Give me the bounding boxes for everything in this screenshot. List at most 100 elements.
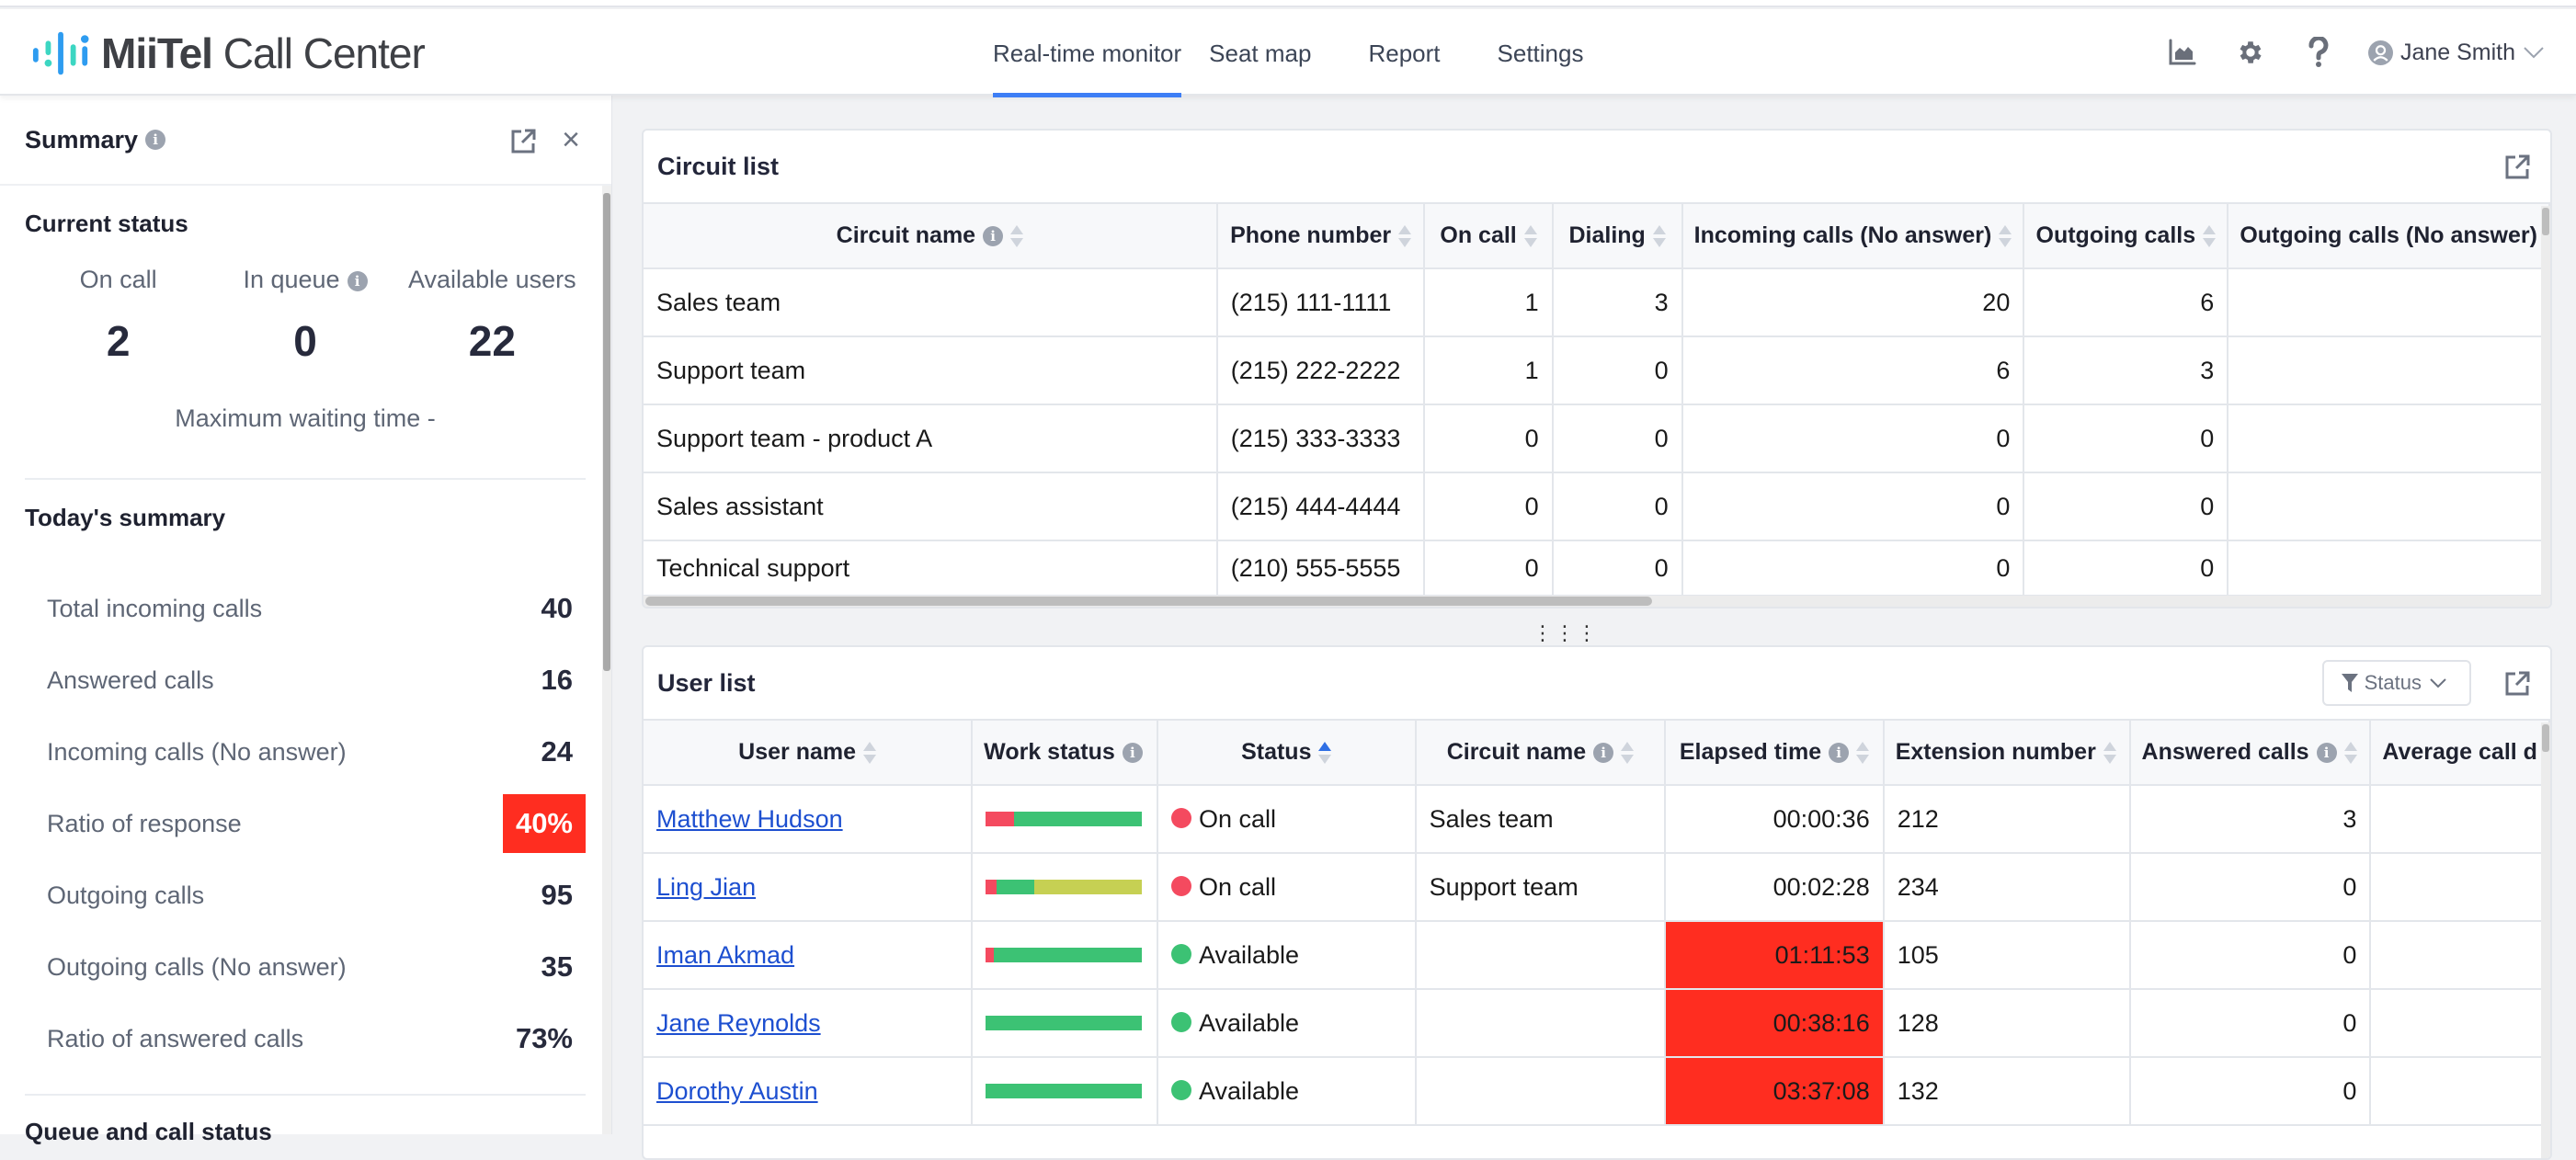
cell-average-call-duration	[2370, 853, 2550, 922]
question-icon[interactable]	[2300, 34, 2337, 71]
column-header-elapsed-time[interactable]: Elapsed time i	[1665, 721, 1885, 786]
info-icon[interactable]: i	[2316, 743, 2337, 764]
column-header-outgoing-calls[interactable]: Outgoing calls	[2023, 204, 2229, 269]
column-header-phone-number[interactable]: Phone number	[1216, 204, 1426, 269]
cell-incoming-no-answer: 0	[1681, 472, 2025, 541]
user-link[interactable]: Ling Jian	[656, 873, 756, 901]
column-label: Outgoing calls (No answer)	[2240, 222, 2537, 248]
stat-value: 2	[106, 317, 131, 365]
popout-icon[interactable]	[2502, 153, 2532, 182]
info-icon[interactable]: i	[1829, 743, 1850, 764]
todays-summary-title: Today's summary	[25, 504, 226, 531]
cell-user-name: Jane Reynolds	[644, 989, 974, 1058]
column-header-status[interactable]: Status	[1157, 721, 1417, 786]
work-status-segment-available	[986, 1016, 1143, 1030]
cell-answered-calls: 3	[2129, 785, 2372, 854]
sort-icon[interactable]	[1621, 740, 1635, 766]
sort-icon[interactable]	[2203, 223, 2217, 249]
user-table: User name Work status i Status Circuit name i…	[644, 721, 2550, 1126]
summary-panel: Summary i × Current status On call 2 In …	[0, 96, 612, 1145]
column-header-circuit-name[interactable]: Circuit name i	[644, 204, 1218, 269]
popout-icon[interactable]	[2502, 669, 2532, 699]
column-header-user-name[interactable]: User name	[644, 721, 974, 786]
table-row[interactable]: Support team - product A (215) 333-3333 0 0…	[644, 404, 2550, 473]
work-status-segment-available	[986, 1084, 1143, 1098]
vertical-scrollbar[interactable]	[2541, 206, 2550, 599]
tab-real-time-monitor[interactable]: Real-time monitor	[993, 9, 1182, 97]
tab-seat-map[interactable]: Seat map	[1209, 9, 1340, 96]
column-header-average-call-d: Average call d	[2370, 721, 2550, 786]
info-icon[interactable]: i	[983, 226, 1004, 247]
table-row[interactable]: Matthew Hudson On call Sales team 00:00:36 2…	[644, 785, 2550, 854]
close-icon[interactable]: ×	[556, 124, 586, 155]
table-row[interactable]: Dorothy Austin Available 03:37:08 132 0	[644, 1057, 2550, 1126]
table-row[interactable]: Support team (215) 222-2222 1 0 6 3	[644, 336, 2550, 405]
sort-icon[interactable]	[1652, 223, 1666, 249]
cell-phone: (210) 555-5555	[1216, 540, 1426, 597]
gear-icon[interactable]	[2232, 34, 2269, 71]
window-top-border	[0, 0, 2576, 7]
info-icon[interactable]: i	[145, 130, 166, 150]
table-row[interactable]: Ling Jian On call Support team 00:02:28 234 0	[644, 853, 2550, 922]
table-row[interactable]: Sales assistant (215) 444-4444 0 0 0 0	[644, 472, 2550, 541]
work-status-segment-available	[997, 880, 1034, 894]
horizontal-scrollbar[interactable]	[644, 596, 2550, 607]
summary-row-answered-calls: Answered calls 16	[25, 644, 586, 716]
cell-incoming-no-answer: 6	[1681, 336, 2025, 405]
info-icon[interactable]: i	[1122, 743, 1143, 764]
chart-area-icon[interactable]	[2164, 34, 2201, 71]
cell-user-name: Matthew Hudson	[644, 785, 974, 854]
cell-average-call-duration	[2370, 921, 2550, 990]
column-header-incoming-calls-no-answer[interactable]: Incoming calls (No answer)	[1681, 204, 2025, 269]
user-table-body: Matthew Hudson On call Sales team 00:00:36 2…	[644, 785, 2550, 1126]
column-header-on-call[interactable]: On call	[1424, 204, 1554, 269]
summary-label: Total incoming calls	[47, 594, 263, 622]
table-row[interactable]: Sales team (215) 111-1111 1 3 20 6	[644, 268, 2550, 337]
user-link[interactable]: Matthew Hudson	[656, 805, 843, 833]
table-row[interactable]: Jane Reynolds Available 00:38:16 128 0	[644, 989, 2550, 1058]
column-header-extension-number[interactable]: Extension number	[1883, 721, 2131, 786]
summary-row-ratio-of-response: Ratio of response 40%	[25, 788, 586, 859]
status-dot-icon	[1170, 1012, 1191, 1033]
sidebar-scrollbar[interactable]	[602, 186, 611, 1134]
column-header-dialing[interactable]: Dialing	[1552, 204, 1683, 269]
logo[interactable]: MiiTel Call Center	[31, 28, 426, 79]
table-row[interactable]: Iman Akmad Available 01:11:53 105 0	[644, 921, 2550, 990]
sort-icon[interactable]	[1523, 223, 1537, 249]
cell-elapsed-time: 03:37:08	[1665, 1057, 1885, 1126]
column-label: Incoming calls (No answer)	[1693, 222, 1992, 248]
cell-name: Support team	[644, 336, 1218, 405]
sort-icon[interactable]	[2343, 740, 2357, 766]
user-link[interactable]: Jane Reynolds	[656, 1009, 821, 1037]
cell-elapsed-time: 00:00:36	[1665, 785, 1885, 854]
sort-icon[interactable]	[1010, 223, 1024, 249]
scrollbar-thumb[interactable]	[2542, 208, 2549, 235]
table-row[interactable]: Technical support (210) 555-5555 0 0 0 0	[644, 540, 2550, 597]
panel-resize-handle[interactable]: ⋮⋮⋮	[1533, 621, 1599, 645]
tab-settings[interactable]: Settings	[1498, 9, 1613, 96]
scrollbar-thumb[interactable]	[603, 193, 610, 671]
column-label: Elapsed time	[1679, 738, 1822, 765]
scrollbar-thumb[interactable]	[645, 597, 1652, 606]
popout-icon[interactable]	[508, 127, 538, 156]
tab-report[interactable]: Report	[1368, 9, 1469, 96]
chevron-down-icon	[2430, 678, 2446, 688]
sort-icon[interactable]	[1999, 223, 2012, 249]
sort-icon[interactable]	[1398, 223, 1412, 249]
sort-icon[interactable]	[1856, 740, 1870, 766]
chevron-down-icon	[2524, 47, 2544, 59]
sort-icon[interactable]	[2103, 740, 2116, 766]
info-icon[interactable]: i	[347, 270, 368, 291]
circuit-table-header: Circuit name i Phone number On call Dialing I…	[644, 204, 2550, 269]
user-link[interactable]: Iman Akmad	[656, 941, 794, 969]
scrollbar-thumb[interactable]	[2542, 724, 2549, 752]
column-header-circuit-name[interactable]: Circuit name i	[1415, 721, 1667, 786]
user-link[interactable]: Dorothy Austin	[656, 1077, 818, 1105]
user-menu[interactable]: Jane Smith	[2367, 40, 2545, 66]
vertical-scrollbar[interactable]	[2541, 722, 2550, 1158]
sort-icon[interactable]	[1318, 740, 1332, 766]
info-icon[interactable]: i	[1593, 743, 1614, 764]
sort-icon[interactable]	[863, 740, 877, 766]
status-filter-button[interactable]: Status	[2321, 660, 2471, 706]
column-header-answered-calls[interactable]: Answered calls i	[2129, 721, 2372, 786]
